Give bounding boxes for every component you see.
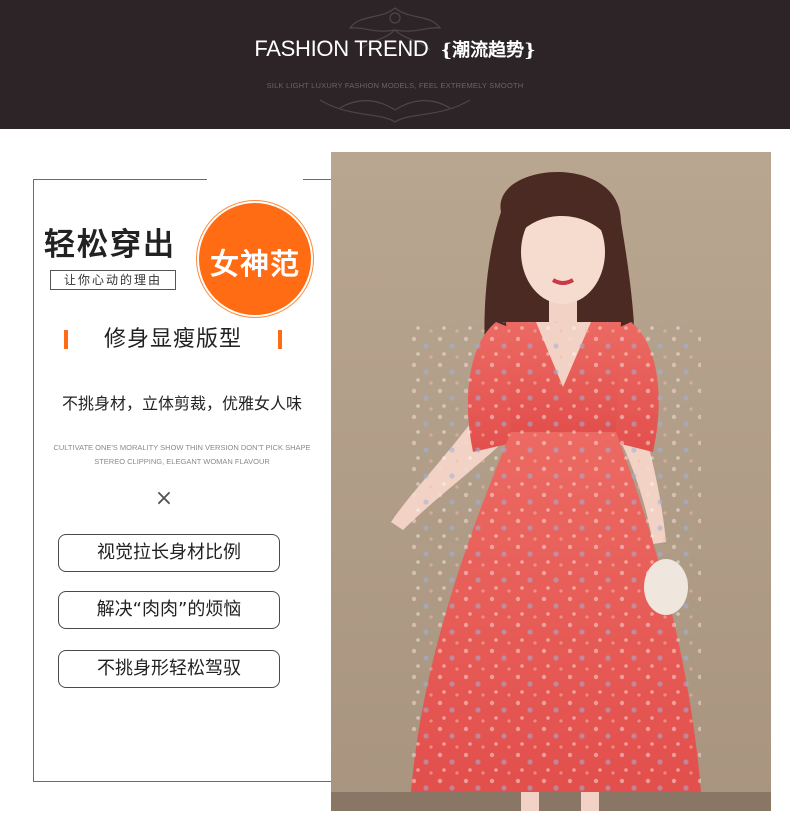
header-title-cn: {潮流趋势} bbox=[440, 40, 536, 61]
product-photo bbox=[331, 152, 771, 811]
promo-headline: 轻松穿出 bbox=[44, 227, 176, 263]
promo-reason-tag: 让你心动的理由 bbox=[50, 270, 176, 290]
promo-description-en-line: CULTIVATE ONE'S MORALITY SHOW THIN VERSI… bbox=[53, 443, 311, 452]
promo-subhead: 修身显瘦版型 bbox=[64, 324, 282, 356]
model-illustration bbox=[331, 152, 771, 811]
frame-divider bbox=[33, 179, 207, 180]
promo-description-en: CULTIVATE ONE'S MORALITY SHOW THIN VERSI… bbox=[33, 441, 331, 469]
frame-divider bbox=[303, 179, 331, 180]
header-subtitle: SILK LIGHT LUXURY FASHION MODELS, FEEL E… bbox=[266, 81, 524, 90]
feature-pill: 不挑身形轻松驾驭 bbox=[58, 650, 280, 688]
ornament-icon bbox=[319, 7, 471, 123]
promo-description: 不挑身材，立体剪裁，优雅女人味 bbox=[61, 394, 302, 413]
accent-bar bbox=[278, 330, 282, 349]
feature-pill: 视觉拉长身材比例 bbox=[58, 534, 280, 572]
header-banner: FASHION TREND {潮流趋势} SILK LIGHT LUXURY FA… bbox=[0, 0, 790, 129]
goddess-badge-label: 女神范 bbox=[209, 247, 300, 281]
close-icon: × bbox=[154, 486, 174, 511]
promo-subhead-label: 修身显瘦版型 bbox=[103, 327, 242, 352]
promo-description-en-line: STEREO CLIPPING, ELEGANT WOMAN FLAVOUR bbox=[94, 457, 270, 466]
header-title-en: FASHION TREND bbox=[254, 36, 429, 61]
goddess-badge: 女神范 bbox=[197, 201, 313, 317]
feature-pill: 解决“肉肉”的烦恼 bbox=[58, 591, 280, 629]
header-title: FASHION TREND {潮流趋势} bbox=[0, 36, 790, 62]
